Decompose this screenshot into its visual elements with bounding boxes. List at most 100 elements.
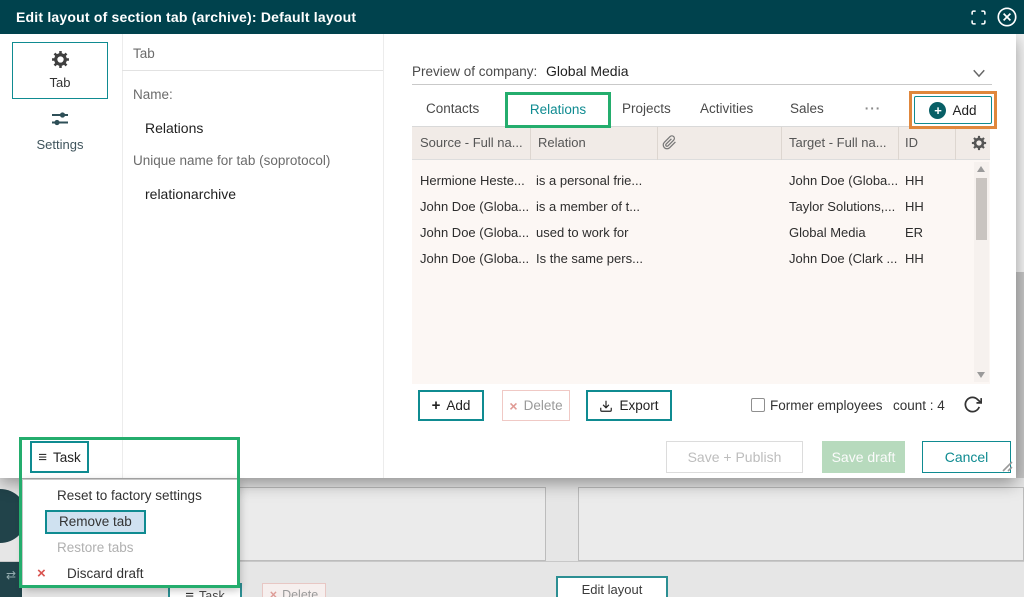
name-value[interactable]: Relations (145, 120, 203, 136)
preview-company-label: Preview of company: (412, 64, 537, 79)
column-source[interactable]: Source - Full na... (420, 127, 523, 159)
table-row[interactable]: John Doe (Globa... is a member of t... T… (412, 194, 990, 220)
refresh-icon[interactable] (963, 395, 982, 414)
menu-item-remove-tab[interactable]: Remove tab (23, 509, 237, 535)
close-icon: × (509, 398, 517, 414)
cell-source: Hermione Heste... (420, 168, 532, 194)
menu-item-reset-factory[interactable]: Reset to factory settings (23, 483, 237, 509)
chevron-down-icon[interactable] (972, 69, 986, 78)
column-separator (955, 127, 956, 160)
save-publish-button[interactable]: Save + Publish (666, 441, 803, 473)
cell-source: John Doe (Globa... (420, 194, 532, 220)
paperclip-icon[interactable] (662, 135, 677, 150)
table-row[interactable]: John Doe (Globa... used to work for Glob… (412, 220, 990, 246)
swap-arrows-icon: ⇄ (6, 568, 16, 582)
table-export-label: Export (619, 398, 658, 413)
task-menu-button[interactable]: ≡ Task (30, 441, 89, 473)
cell-relation: Is the same pers... (536, 246, 658, 272)
former-employees-label: Former employees (770, 390, 883, 421)
app-root: ⇄ ≡ Task × Delete Edit layout (0, 0, 1024, 597)
save-publish-label: Save + Publish (688, 449, 782, 465)
table-export-button[interactable]: Export (586, 390, 672, 421)
sidebar-item-settings[interactable]: Settings (20, 110, 100, 152)
resize-handle-icon[interactable] (999, 458, 1013, 472)
tab-contacts[interactable]: Contacts (426, 92, 479, 126)
hamburger-icon: ≡ (185, 589, 194, 597)
cell-source: John Doe (Globa... (420, 246, 532, 272)
cancel-label: Cancel (945, 449, 989, 465)
table-add-button[interactable]: + Add (418, 390, 484, 421)
save-draft-label: Save draft (832, 449, 896, 465)
save-draft-button[interactable]: Save draft (822, 441, 905, 473)
add-record-button[interactable]: + Add (914, 96, 992, 124)
background-delete-button: × Delete (262, 583, 326, 597)
column-id[interactable]: ID (905, 127, 918, 159)
form-divider (383, 34, 384, 478)
table-add-label: Add (446, 398, 470, 413)
unique-name-value[interactable]: relationarchive (145, 186, 236, 202)
former-employees-checkbox[interactable] (751, 398, 765, 412)
cancel-button[interactable]: Cancel (922, 441, 1011, 473)
add-button-highlight: + Add (909, 91, 997, 129)
background-edit-layout-button: Edit layout (556, 576, 668, 597)
column-relation[interactable]: Relation (538, 127, 586, 159)
dialog-title: Edit layout of section tab (archive): De… (16, 0, 356, 34)
add-record-label: Add (952, 103, 976, 118)
remove-tab-highlight[interactable]: Remove tab (45, 510, 146, 534)
name-label: Name: (133, 87, 173, 102)
edit-layout-dialog: Tab Settings Tab Name: Relations Unique … (0, 34, 1016, 478)
table-settings-gear-icon[interactable] (971, 135, 987, 151)
table-scrollbar[interactable] (974, 162, 989, 382)
scroll-up-arrow-icon[interactable] (977, 166, 985, 172)
table-header: Source - Full na... Relation Target - Fu… (412, 127, 990, 160)
cell-relation: is a member of t... (536, 194, 658, 220)
cell-id: HH (905, 246, 955, 272)
close-dialog-button[interactable] (996, 6, 1018, 28)
cell-source: John Doe (Globa... (420, 220, 532, 246)
sidebar-tab-label: Tab (13, 75, 107, 90)
cell-id: ER (905, 220, 955, 246)
menu-item-restore-tabs[interactable]: Restore tabs (23, 535, 237, 561)
table-delete-button[interactable]: × Delete (502, 390, 570, 421)
page-scrollbar[interactable] (1016, 34, 1024, 478)
menu-item-discard-draft[interactable]: × Discard draft (23, 561, 237, 587)
table-row[interactable]: John Doe (Globa... Is the same pers... J… (412, 246, 990, 272)
page-scrollbar-thumb[interactable] (1016, 272, 1024, 478)
background-card-right (578, 487, 1024, 561)
sidebar-divider (122, 34, 123, 478)
tab-relations[interactable]: Relations (508, 95, 608, 125)
tab-more-button[interactable]: ··· (856, 92, 890, 126)
cell-target: John Doe (Clark ... (789, 246, 899, 272)
task-dropdown-menu: Reset to factory settings Remove tab Res… (22, 479, 238, 587)
background-edit-layout-label: Edit layout (582, 582, 643, 597)
table-scrollbar-thumb[interactable] (976, 178, 987, 240)
column-separator (898, 127, 899, 160)
cell-target: John Doe (Globa... (789, 168, 899, 194)
scroll-down-arrow-icon[interactable] (977, 372, 985, 378)
table-row[interactable]: Hermione Heste... is a personal frie... … (412, 168, 990, 194)
close-icon: × (37, 561, 46, 587)
cell-id: HH (905, 194, 955, 220)
preview-underline (412, 84, 992, 85)
dialog-title-bar: Edit layout of section tab (archive): De… (0, 0, 1024, 34)
relations-table: Hermione Heste... is a personal frie... … (412, 160, 990, 384)
tab-projects[interactable]: Projects (622, 92, 671, 126)
discard-draft-label: Discard draft (67, 566, 144, 581)
cell-relation: is a personal frie... (536, 168, 658, 194)
preview-company-select[interactable]: Global Media (546, 63, 629, 79)
plus-icon: + (934, 104, 942, 117)
plus-circle-icon: + (929, 102, 946, 119)
fullscreen-button[interactable] (970, 9, 987, 26)
gear-icon (51, 50, 70, 69)
column-target[interactable]: Target - Full na... (789, 127, 887, 159)
tab-activities[interactable]: Activities (700, 92, 753, 126)
relations-tab-highlight: Relations (505, 92, 611, 128)
tab-sales[interactable]: Sales (790, 92, 824, 126)
unique-name-label: Unique name for tab (soprotocol) (133, 153, 330, 168)
sidebar-item-tab[interactable]: Tab (12, 42, 108, 99)
close-icon: × (270, 588, 277, 597)
task-button-label: Task (53, 450, 81, 465)
column-separator (657, 127, 658, 160)
cell-target: Taylor Solutions,... (789, 194, 899, 220)
background-task-label: Task (199, 589, 225, 597)
